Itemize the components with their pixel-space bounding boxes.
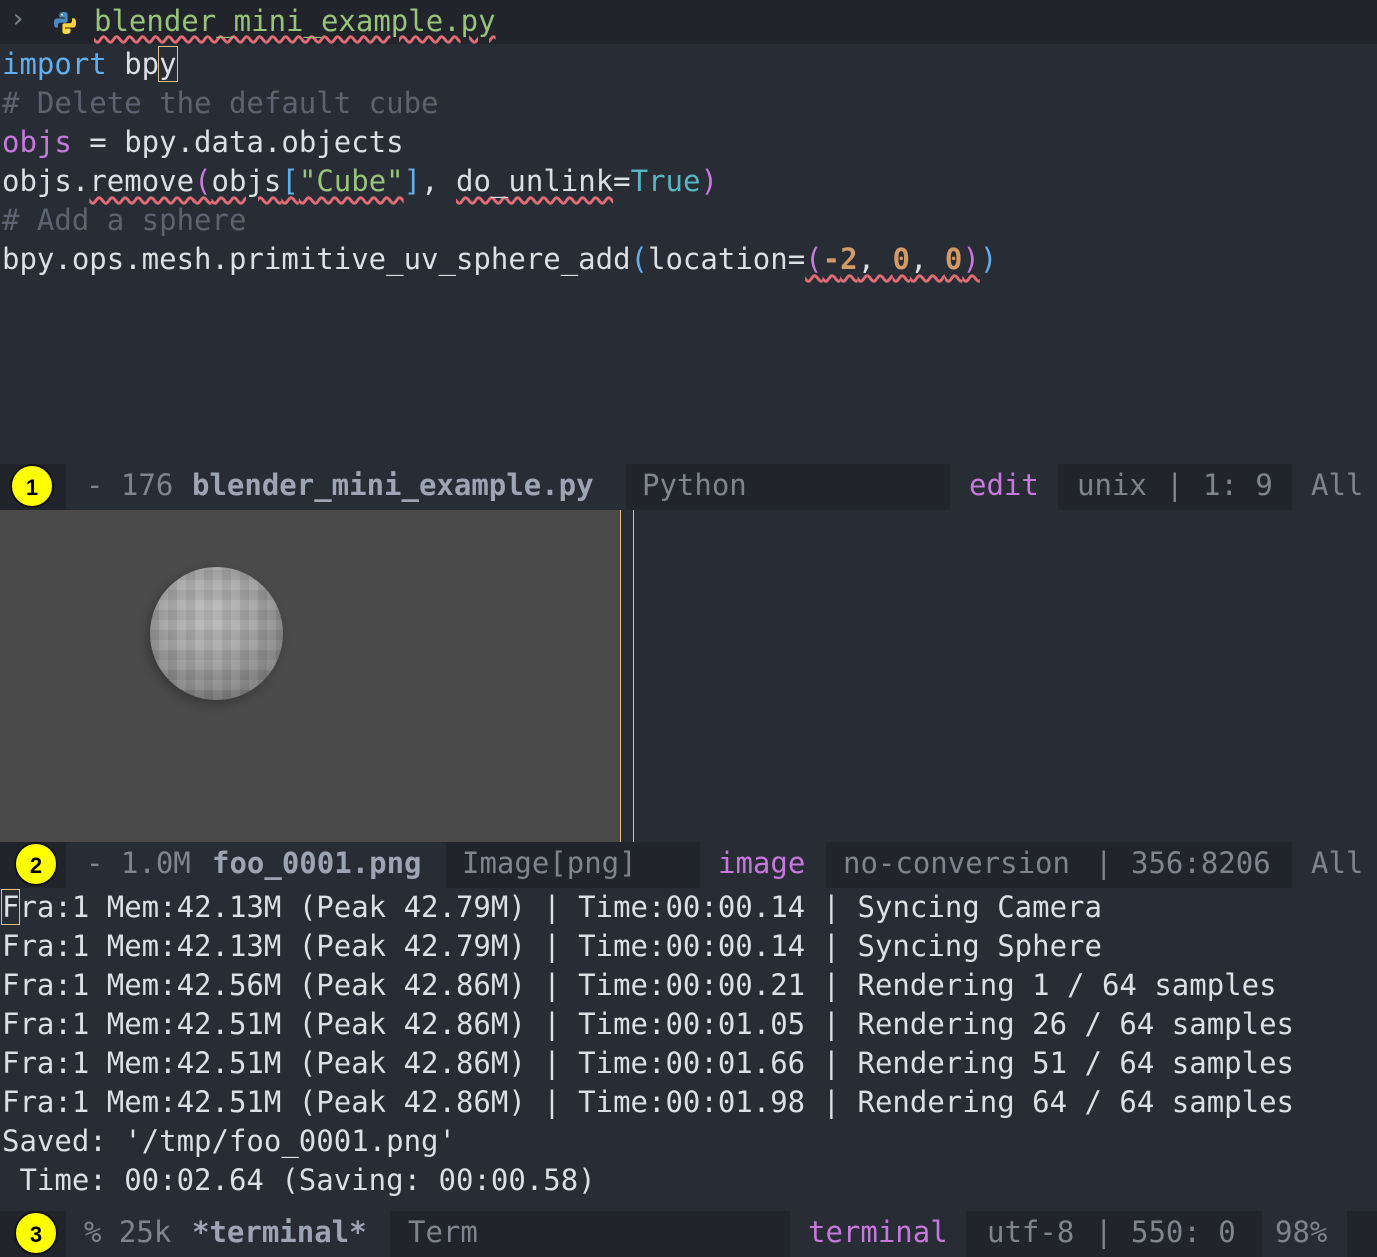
annotation-badge: 2 [14,842,58,886]
code-token: ( [194,164,212,198]
code-line[interactable]: import bpy [2,45,178,84]
modeline-state: image [718,846,806,880]
code-line[interactable]: bpy.ops.mesh.primitive_uv_sphere_add(loc… [2,240,997,279]
code-token: objs [211,164,282,198]
modeline-editor[interactable]: 1 - 176 blender_mini_example.py Python e… [0,464,1377,510]
modeline-position: 1: 9 [1203,468,1273,502]
code-token: , [857,242,893,276]
modeline-separator: | [1095,846,1113,880]
modeline-buffer-name[interactable]: *terminal* [192,1215,367,1249]
modeline-separator: | [1095,1215,1113,1249]
modeline-size: - 1.0M [86,846,209,880]
modeline-position: 550: 0 [1131,1215,1236,1249]
modeline-scroll: All [1311,846,1364,880]
modeline-major-mode[interactable]: Term [408,1215,478,1249]
modeline-image[interactable]: 2 - 1.0M foo_0001.png Image[png] image n… [0,842,1377,888]
code-line[interactable]: # Add a sphere [2,201,246,240]
modeline-buffer-name[interactable]: foo_0001.png [212,846,422,880]
modeline-position: 356:8206 [1131,846,1271,880]
code-token: ) [962,242,980,276]
code-token: bp [106,47,160,81]
terminal-line: Saved: '/tmp/foo_0001.png' [2,1124,456,1158]
chevron-right-icon[interactable]: › [10,4,26,34]
python-icon [54,12,76,34]
code-token: location= [648,242,806,276]
code-token: ) [979,242,998,276]
annotation-badge: 1 [10,464,54,508]
modeline-major-mode[interactable]: Python [642,468,747,502]
terminal-line: Time: 00:02.64 (Saving: 00:00.58) [2,1163,596,1197]
terminal-text: ra:1 Mem:42.13M (Peak 42.79M) | Time:00:… [19,890,1102,924]
code-token: objs [2,125,72,159]
code-token: do_unlink [456,164,614,198]
text-cursor: y [158,46,178,82]
terminal-cursor: F [0,889,21,925]
modeline-encoding[interactable]: no-conversion [843,846,1070,880]
code-token: remove [89,164,195,198]
modeline-scroll: 98% [1275,1215,1328,1249]
modeline-size: % 25k [84,1215,189,1249]
code-token: import [2,47,107,81]
code-token: 2 [840,242,858,276]
code-token: [ [281,164,299,198]
code-line[interactable]: objs = bpy.data.objects [2,123,404,162]
code-token: - [822,242,841,276]
code-token: = [613,164,631,198]
code-token: objs. [2,164,90,198]
code-token: = bpy.data.objects [71,125,404,159]
code-line[interactable]: objs.remove(objs["Cube"], do_unlink=True… [2,162,718,201]
code-token: ( [805,242,823,276]
code-token: ] [403,164,422,198]
code-token: bpy.ops.mesh.primitive_uv_sphere_add [2,242,631,276]
annotation-badge: 3 [14,1211,58,1255]
terminal-line: Fra:1 Mem:42.51M (Peak 42.86M) | Time:00… [2,1085,1295,1119]
modeline-terminal[interactable]: 3 % 25k *terminal* Term terminal utf-8 |… [0,1211,1377,1257]
rendered-sphere-image [150,567,283,700]
modeline-encoding[interactable]: unix [1077,468,1147,502]
code-token: , [909,242,945,276]
terminal-line: Fra:1 Mem:42.13M (Peak 42.79M) | Time:00… [0,888,1102,927]
modeline-size: - 176 [86,468,191,502]
modeline-buffer-name[interactable]: blender_mini_example.py [192,468,594,502]
terminal-line: Fra:1 Mem:42.56M (Peak 42.86M) | Time:00… [2,968,1277,1002]
modeline-separator: | [1166,468,1184,502]
code-line[interactable]: # Delete the default cube [2,84,439,123]
code-token: "Cube" [298,164,404,198]
code-token: 0 [944,242,963,276]
modeline-scroll: All [1311,468,1364,502]
modeline-state: terminal [808,1215,948,1249]
header-filename[interactable]: blender_mini_example.py [94,4,496,38]
terminal-line: Fra:1 Mem:42.51M (Peak 42.86M) | Time:00… [2,1046,1295,1080]
terminal-line: Fra:1 Mem:42.13M (Peak 42.79M) | Time:00… [2,929,1102,963]
modeline-major-mode[interactable]: Image[png] [462,846,637,880]
code-token: ) [700,164,718,198]
modeline-state: edit [969,468,1039,502]
terminal-line: Fra:1 Mem:42.51M (Peak 42.86M) | Time:00… [2,1007,1295,1041]
empty-window-area [634,510,1377,842]
code-token: True [630,164,701,198]
code-token: , [421,164,457,198]
image-viewer[interactable] [0,510,620,842]
header-line: › blender_mini_example.py [0,0,1377,44]
modeline-encoding[interactable]: utf-8 [987,1215,1074,1249]
code-token: ( [630,242,649,276]
code-token: 0 [892,242,910,276]
window-divider[interactable] [620,510,634,842]
